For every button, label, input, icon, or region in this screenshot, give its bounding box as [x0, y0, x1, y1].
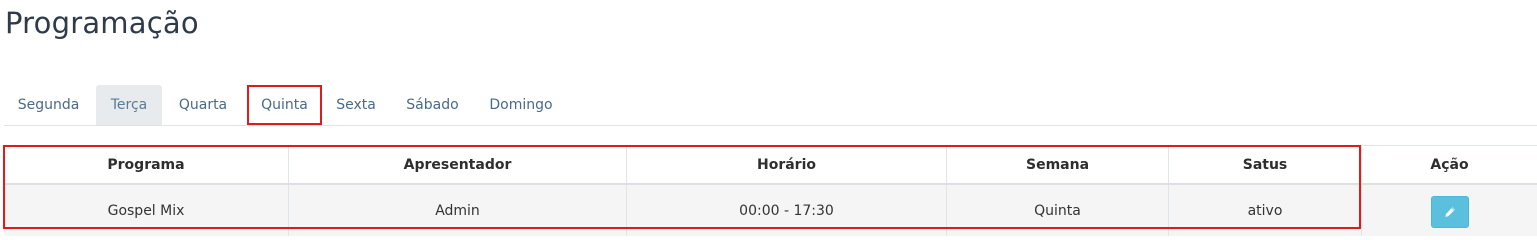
- schedule-table: Programa Apresentador Horário Semana Sat…: [4, 145, 1537, 236]
- column-header-status: Satus: [1169, 146, 1362, 183]
- pencil-icon: [1444, 206, 1455, 217]
- cell-apresentador: Admin: [289, 185, 627, 236]
- cell-acao: [1362, 185, 1537, 236]
- tab-quarta[interactable]: Quarta: [168, 85, 238, 125]
- column-header-horario: Horário: [627, 146, 947, 183]
- column-header-semana: Semana: [947, 146, 1169, 183]
- tab-terca[interactable]: Terça: [96, 85, 162, 125]
- table-row: Gospel Mix Admin 00:00 - 17:30 Quinta at…: [4, 185, 1537, 236]
- programacao-page: Programação Segunda Terça Quarta Quinta …: [0, 0, 1537, 236]
- cell-status: ativo: [1169, 185, 1362, 236]
- tab-domingo[interactable]: Domingo: [477, 85, 565, 125]
- column-header-programa: Programa: [4, 146, 289, 183]
- cell-programa: Gospel Mix: [4, 185, 289, 236]
- cell-semana: Quinta: [947, 185, 1169, 236]
- page-title: Programação: [5, 6, 199, 40]
- column-header-acao: Ação: [1430, 156, 1469, 173]
- tab-segunda[interactable]: Segunda: [7, 85, 90, 125]
- column-header-apresentador: Apresentador: [289, 146, 627, 183]
- edit-button[interactable]: [1430, 195, 1469, 228]
- tab-sabado[interactable]: Sábado: [395, 85, 470, 125]
- cell-horario: 00:00 - 17:30: [627, 185, 947, 236]
- tab-sexta[interactable]: Sexta: [325, 85, 387, 125]
- weekday-tabs: Segunda Terça Quarta Quinta Sexta Sábado…: [4, 85, 1537, 126]
- tab-quinta[interactable]: Quinta: [247, 85, 322, 125]
- table-header: Programa Apresentador Horário Semana Sat…: [4, 146, 1537, 185]
